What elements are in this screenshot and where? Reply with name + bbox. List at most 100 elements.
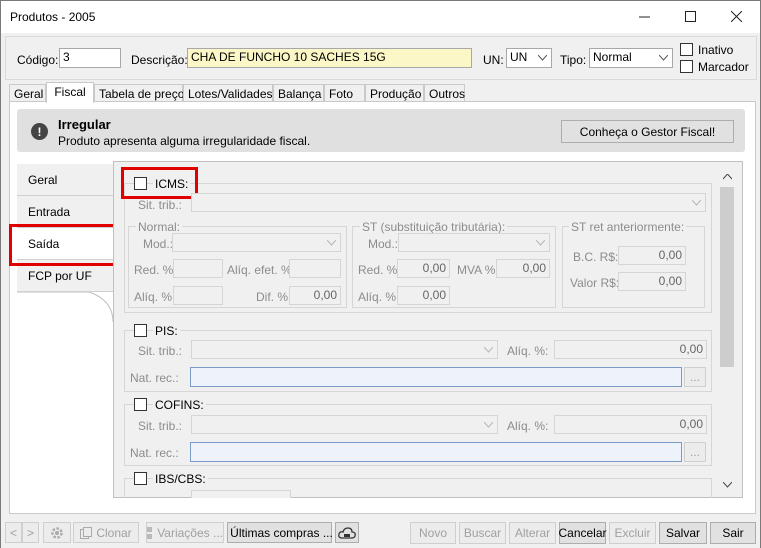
inativo-label: Inativo xyxy=(698,43,734,57)
sair-button[interactable]: Sair xyxy=(710,522,756,544)
pis-nat-rec-label: Nat. rec.: xyxy=(130,371,179,385)
tab-lotes-validades[interactable]: Lotes/Validades xyxy=(183,84,273,102)
un-select[interactable]: UN xyxy=(506,48,552,68)
tab-balanca[interactable]: Balança xyxy=(273,84,324,102)
normal-mod-label: Mod.: xyxy=(143,237,174,251)
pis-aliq-label: Alíq. %: xyxy=(507,344,549,358)
clonar-button[interactable]: Clonar xyxy=(73,522,139,543)
pis-nat-rec-input[interactable] xyxy=(190,367,682,387)
normal-dif-label: Dif. %: xyxy=(256,290,292,304)
tab-producao[interactable]: Produção xyxy=(365,84,424,102)
normal-dif-input[interactable]: 0,00 xyxy=(289,286,341,305)
st-label: ST (substituição tributária): xyxy=(360,220,508,234)
ibs-cbs-field[interactable] xyxy=(191,490,291,498)
normal-mod-select[interactable] xyxy=(172,233,341,252)
st-ret-bc-input[interactable]: 0,00 xyxy=(618,246,686,265)
minimize-icon[interactable] xyxy=(621,1,667,32)
cofins-sit-trib-select[interactable] xyxy=(191,415,498,434)
scrollbar-thumb[interactable] xyxy=(720,187,734,367)
cofins-checkbox[interactable] xyxy=(134,398,147,411)
scroll-up-icon[interactable] xyxy=(719,169,735,185)
cofins-nat-rec-browse-button[interactable]: ... xyxy=(684,442,706,462)
vertical-scrollbar[interactable] xyxy=(717,167,737,495)
alterar-button[interactable]: Alterar xyxy=(509,522,556,544)
icms-sit-trib-label: Sit. trib.: xyxy=(138,198,183,212)
close-icon[interactable] xyxy=(713,1,759,32)
pis-aliq-input[interactable]: 0,00 xyxy=(554,340,707,359)
side-tabs-curve xyxy=(17,292,113,322)
banner-message: Produto apresenta alguma irregularidade … xyxy=(58,134,311,148)
ultimas-compras-button[interactable]: Últimas compras ... xyxy=(227,522,333,543)
st-mva-label: MVA %: xyxy=(457,263,499,277)
chevron-down-icon xyxy=(481,341,495,358)
chevron-down-icon xyxy=(689,194,703,211)
settings-button[interactable] xyxy=(43,522,71,543)
cofins-label: COFINS: xyxy=(153,398,206,412)
gestor-fiscal-button[interactable]: Conheça o Gestor Fiscal! xyxy=(561,120,734,143)
cofins-aliq-input[interactable]: 0,00 xyxy=(554,415,707,434)
side-tabs: Geral Entrada Saída FCP por UF xyxy=(17,159,113,509)
descricao-input[interactable]: CHA DE FUNCHO 10 SACHES 15G xyxy=(187,48,472,68)
ultimas-compras-label: Últimas compras ... xyxy=(230,525,333,540)
st-red-input[interactable]: 0,00 xyxy=(397,259,450,278)
st-ret-bc-label: B.C. R$: xyxy=(573,250,619,264)
st-aliq-input[interactable]: 0,00 xyxy=(397,286,450,305)
marcador-label: Marcador xyxy=(698,60,749,74)
ibs-cbs-checkbox[interactable] xyxy=(134,472,147,485)
tab-outros[interactable]: Outros xyxy=(424,84,465,102)
pis-sit-trib-select[interactable] xyxy=(191,340,498,359)
tab-fiscal[interactable]: Fiscal xyxy=(46,82,94,103)
tipo-select[interactable]: Normal xyxy=(589,48,673,68)
window-title: Produtos - 2005 xyxy=(10,10,96,24)
un-select-value: UN xyxy=(510,50,528,64)
cofins-nat-rec-input[interactable] xyxy=(190,442,682,462)
chevron-down-icon xyxy=(481,416,495,433)
cofins-sit-trib-label: Sit. trib.: xyxy=(138,419,183,433)
icms-sit-trib-select[interactable] xyxy=(191,193,706,212)
next-record-button[interactable]: > xyxy=(22,522,39,543)
icms-highlight xyxy=(121,167,198,199)
cancelar-button[interactable]: Cancelar xyxy=(558,522,607,544)
st-mod-label: Mod.: xyxy=(368,237,399,251)
buscar-button[interactable]: Buscar xyxy=(459,522,506,544)
chevron-down-icon xyxy=(324,234,338,251)
st-ret-valor-input[interactable]: 0,00 xyxy=(618,272,686,291)
salvar-button[interactable]: Salvar xyxy=(659,522,707,544)
cloud-icon xyxy=(338,526,356,539)
normal-aliq-input[interactable] xyxy=(173,286,223,305)
st-ret-group xyxy=(562,226,705,308)
st-mva-input[interactable]: 0,00 xyxy=(496,259,550,278)
tab-tabela-de-preco[interactable]: Tabela de preço xyxy=(94,84,184,102)
prev-record-button[interactable]: < xyxy=(5,522,22,543)
cloud-sync-button[interactable] xyxy=(335,522,359,543)
st-mod-select[interactable] xyxy=(398,233,550,252)
maximize-icon[interactable] xyxy=(667,1,713,32)
marcador-checkbox[interactable] xyxy=(680,60,693,73)
excluir-button[interactable]: Excluir xyxy=(609,522,656,544)
pis-nat-rec-browse-button[interactable]: ... xyxy=(684,367,706,387)
tab-geral[interactable]: Geral xyxy=(9,84,46,102)
pis-checkbox[interactable] xyxy=(134,324,147,337)
clonar-label: Clonar xyxy=(96,525,132,540)
pis-label: PIS: xyxy=(153,324,180,338)
un-label: UN: xyxy=(483,53,504,67)
normal-red-input[interactable] xyxy=(173,259,223,278)
exclamation-icon: ! xyxy=(31,123,48,140)
codigo-input[interactable]: 3 xyxy=(59,48,121,68)
clone-icon xyxy=(80,526,93,539)
st-red-label: Red. %: xyxy=(358,263,401,277)
tab-foto[interactable]: Foto xyxy=(324,84,365,102)
novo-button[interactable]: Novo xyxy=(410,522,456,544)
st-ret-valor-label: Valor R$: xyxy=(570,276,620,290)
variacoes-button[interactable]: Variações ... xyxy=(146,522,224,543)
inativo-checkbox[interactable] xyxy=(680,43,693,56)
scroll-down-icon[interactable] xyxy=(719,477,735,493)
side-tab-geral[interactable]: Geral xyxy=(17,164,113,196)
variations-icon xyxy=(147,526,155,539)
variacoes-label: Variações ... xyxy=(157,525,223,540)
normal-aliq-efet-input[interactable] xyxy=(289,259,341,278)
st-aliq-label: Alíq. %: xyxy=(358,290,400,304)
pis-sit-trib-label: Sit. trib.: xyxy=(138,344,183,358)
ibs-cbs-label: IBS/CBS: xyxy=(153,472,208,486)
chevron-down-icon xyxy=(656,49,670,66)
